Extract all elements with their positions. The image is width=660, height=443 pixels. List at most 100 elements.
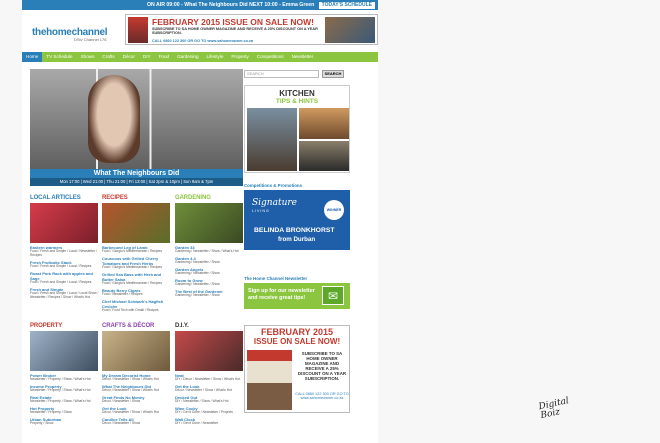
section-heading[interactable]: PROPERTY (30, 323, 100, 329)
magazine-banner-ad[interactable]: FEBRUARY 2015 ISSUE ON SALE NOW! SUBSCRI… (125, 14, 378, 45)
kitchen-image-1 (247, 108, 297, 171)
gardening-image[interactable] (175, 203, 243, 243)
nav-home[interactable]: Home (22, 52, 43, 62)
nav-gardening[interactable]: Gardening (173, 52, 202, 62)
item-tags: Food / Fresh and Simple / Local / Recipe… (30, 263, 92, 268)
list-item[interactable]: Chef Michael Schwark's Hagfish Ceviche Fo… (102, 299, 172, 313)
section-heading[interactable]: D.I.Y. (175, 323, 245, 329)
item-tags: Gardening / Newsletter / Show (175, 259, 220, 264)
list-item[interactable]: Grilled Sea Bass with Herb and Butter Sa… (102, 272, 172, 286)
site-logo[interactable]: thehomechannel DStv Channel 176 (32, 27, 127, 47)
banner-photo (325, 17, 375, 43)
property-image[interactable] (30, 331, 98, 371)
diy-section: D.I.Y. Neat DIY / Décor / Newsletter / Sh… (175, 323, 245, 426)
diy-image[interactable] (175, 331, 243, 371)
list-item[interactable]: Real Estate Newsletter / Property / Show … (30, 395, 100, 404)
on-air-ticker[interactable]: ON AIR 09:00 - What The Neighbours Did N… (147, 0, 314, 10)
mail-icon: ✉ (322, 286, 344, 305)
nav-competitions[interactable]: Competitions (253, 52, 288, 62)
list-item[interactable]: Couscous with Grilled Cherry Tomatoes an… (102, 256, 172, 270)
list-item[interactable]: Income Property Newsletter / Property / S… (30, 384, 100, 393)
section-heading[interactable]: RECIPES (102, 195, 172, 201)
item-tags: DIY / Décor / Newsletter / Show / What's… (175, 377, 241, 381)
list-item[interactable]: Neat DIY / Décor / Newsletter / Show / Wh… (175, 373, 245, 382)
crafts-decor-image[interactable] (102, 331, 170, 371)
list-item[interactable]: Get the Look Décor / Newsletter / Show / … (102, 406, 172, 415)
list-item[interactable]: Great Finds No Money Décor / Newsletter /… (102, 395, 172, 404)
list-item[interactable]: Fresh and Simple Food / Fresh and Simple … (30, 287, 100, 300)
item-tags: Gardening / Newsletter / Show (175, 270, 220, 275)
list-item[interactable]: Decked Out DIY / Newsletter / Show / What… (175, 395, 245, 404)
item-tags: Food / Giorgio's Mediterranean / Recipes (102, 280, 163, 285)
list-item[interactable]: Beauty Berry Cigars Food / Newsletter / R… (102, 288, 172, 297)
list-item[interactable]: The Best of the Gardener Gardening / News… (175, 289, 245, 298)
item-tags: Food / Fresh and Simple / Local / Recipe… (30, 279, 92, 284)
list-item[interactable]: Garden Angels Gardening / Newsletter / Sh… (175, 267, 245, 276)
nav-property[interactable]: Property (227, 52, 252, 62)
nav-shows[interactable]: Shows (77, 52, 99, 62)
nav-decor[interactable]: Décor (119, 52, 139, 62)
item-tags: Gardening / Newsletter / Show (175, 292, 220, 297)
newsletter-label: The Home Channel Newsletter (244, 276, 308, 281)
list-item[interactable]: Wine Cocky DIY / Get it Done / Newsletter… (175, 406, 245, 415)
list-item[interactable]: Eastern warmers Food / Fresh and Simple /… (30, 245, 100, 258)
recipes-image[interactable] (102, 203, 170, 243)
nav-newsletter[interactable]: Newsletter (288, 52, 318, 62)
item-tags: Newsletter / Property / Show (30, 409, 72, 414)
main-nav: Home TV Schedule Shows Crafts Décor DIY … (22, 52, 378, 62)
local-articles-image[interactable] (30, 203, 98, 243)
list-item[interactable]: Wall Clock DIY / Get it Done / Newsletter (175, 417, 245, 426)
competition-winner-banner[interactable]: Signature LIVING WINNER BELINDA BRONKHOR… (244, 190, 350, 250)
todays-schedule-button[interactable]: TODAY'S SCHEDULE (318, 1, 375, 9)
item-tags: DIY / Get it Done / Newsletter (175, 420, 219, 425)
item-tags: Food / Fresh and Simple / Local / Newsle… (30, 249, 97, 257)
nav-diy[interactable]: DIY (139, 52, 155, 62)
list-item[interactable]: My Dream Decorist Home Décor / Newsletter… (102, 373, 172, 382)
list-item[interactable]: Barbecued Leg of Lamb Food / Giorgio's Me… (102, 245, 172, 254)
item-tags: Food / Giorgio's Mediterranean / Recipes (102, 264, 163, 269)
item-tags: Food / Giorgio's Mediterranean / Recipes (102, 249, 163, 253)
magazine-headline: FEBRUARY 2015 (260, 327, 334, 337)
nav-tv-schedule[interactable]: TV Schedule (42, 52, 76, 62)
item-tags: Food / Food Tech with Omali / Recipes (102, 307, 159, 312)
list-item[interactable]: Room to Grow Gardening / Newsletter / Sho… (175, 278, 245, 287)
local-articles-section: LOCAL ARTICLES Eastern warmers Food / Fre… (30, 195, 100, 299)
kitchen-image-2 (299, 108, 349, 139)
list-item[interactable]: Candice Tells All Décor / Newsletter / Sh… (102, 417, 172, 426)
hero-feature[interactable]: What The Neighbours Did Mon 17:00 | Wed … (30, 69, 243, 186)
list-item[interactable]: Fresh Fruitcake Stack Food / Fresh and Si… (30, 260, 100, 269)
item-tags: Newsletter / Property / Show / What's Ho… (30, 398, 91, 403)
kitchen-image-3 (299, 141, 349, 171)
item-tags: Décor / Newsletter / Show / What's Hot (102, 409, 159, 414)
list-item[interactable]: Power Broker Newsletter / Property / Show… (30, 373, 100, 382)
list-item[interactable]: Roast Pork Rack with apples and Sage Food… (30, 271, 100, 285)
magazine-sidebar-ad[interactable]: FEBRUARY 2015 ISSUE ON SALE NOW! SUBSCRI… (244, 325, 350, 413)
item-tags: DIY / Get it Done / Newsletter / Project… (175, 409, 233, 414)
nav-lifestyle[interactable]: Lifestyle (203, 52, 228, 62)
nav-food[interactable]: Food (155, 52, 173, 62)
section-heading[interactable]: GARDENING (175, 195, 245, 201)
list-item[interactable]: Hot Property Newsletter / Property / Show (30, 406, 100, 415)
magazine-cover-image (247, 350, 292, 410)
list-item[interactable]: Urban Suburban Property / Show (30, 417, 100, 426)
item-tags: Food / Newsletter / Recipes (102, 291, 143, 296)
signature-logo-sub: LIVING (252, 209, 270, 213)
list-item[interactable]: Garden 4.4 Gardening / Newsletter / Show (175, 256, 245, 265)
list-item[interactable]: What The Neighbours Did Décor / Newslette… (102, 384, 172, 393)
section-heading[interactable]: CRAFTS & DÉCOR (102, 323, 172, 329)
section-heading[interactable]: LOCAL ARTICLES (30, 195, 100, 201)
list-item[interactable]: Garden 33 Gardening / Newsletter / Show /… (175, 245, 245, 254)
search-button[interactable]: SEARCH (322, 70, 344, 78)
item-tags: Décor / Newsletter / Show / What's Hot (102, 387, 159, 392)
list-item[interactable]: Get the Look Décor / Newsletter / Show / … (175, 384, 245, 393)
gardening-section: GARDENING Garden 33 Gardening / Newslette… (175, 195, 245, 298)
kitchen-tips-widget[interactable]: KITCHEN TIPS & HINTS (244, 85, 350, 173)
nav-crafts[interactable]: Crafts (98, 52, 118, 62)
newsletter-signup-banner[interactable]: Sign up for our newsletter and receive g… (244, 283, 350, 309)
search-input[interactable]: SEARCH (244, 70, 319, 78)
hero-portrait (88, 75, 140, 163)
item-tags: Décor / Newsletter / Show (102, 420, 141, 425)
banner-body: SUBSCRIBE TO SA HOME OWNER MAGAZINE AND … (152, 27, 318, 36)
hero-caption[interactable]: What The Neighbours Did (30, 169, 243, 178)
top-bar: ON AIR 09:00 - What The Neighbours Did N… (22, 0, 378, 10)
